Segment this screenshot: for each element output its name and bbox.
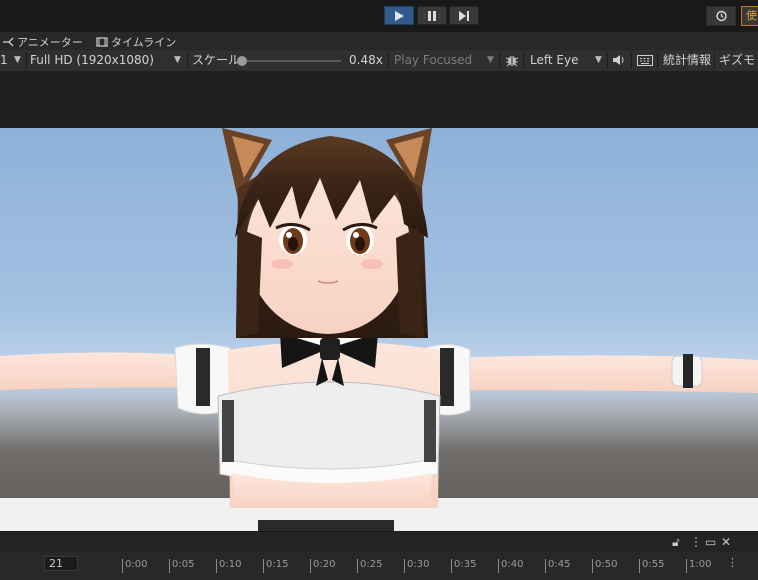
gizmos-button[interactable]: ギズモ [719, 52, 755, 69]
ruler-tick: 0:45 [545, 559, 570, 573]
chevron-down-icon: ▼ [14, 55, 21, 65]
divider [657, 53, 658, 68]
play-icon [395, 10, 404, 21]
divider [607, 53, 608, 68]
ruler-tick: 0:00 [122, 559, 147, 573]
bug-icon [505, 56, 519, 67]
ruler-tick: 0:25 [357, 559, 382, 573]
ruler-tick: 0:10 [216, 559, 241, 573]
animator-icon [3, 37, 14, 47]
timeline-icon [96, 37, 108, 47]
divider [26, 53, 27, 68]
time-ruler[interactable]: 0:00 0:05 0:10 0:15 0:20 0:25 0:30 0:35 0:40 0:45… [118, 554, 730, 580]
chevron-down-icon: ▼ [487, 55, 494, 65]
divider [631, 53, 632, 68]
divider [523, 53, 524, 68]
mute-audio-button[interactable] [612, 54, 626, 69]
play-button[interactable] [384, 6, 414, 25]
ruler-tick: 1:00 [686, 559, 711, 573]
step-button[interactable] [449, 6, 479, 25]
resolution-dropdown[interactable]: Full HD (1920x1080) [30, 52, 154, 69]
ruler-tick: 0:35 [451, 559, 476, 573]
keyboard-icon [637, 55, 653, 66]
pause-icon [428, 10, 436, 21]
step-icon [459, 10, 469, 21]
maximize-icon[interactable]: ▭ [705, 535, 716, 549]
pause-button[interactable] [417, 6, 447, 25]
game-view-toolbar: 1 ▼ Full HD (1920x1080) ▼ スケール 0.48x Pla… [0, 50, 758, 72]
tab-animator[interactable]: アニメーター [2, 34, 83, 50]
lock-icon[interactable]: 🔓︎ [672, 535, 680, 550]
divider [714, 53, 715, 68]
scale-slider-thumb[interactable] [237, 56, 247, 66]
chevron-down-icon: ▼ [595, 55, 602, 65]
tab-animator-label: アニメーター [17, 36, 83, 49]
play-mode-dropdown[interactable]: Play Focused [394, 52, 472, 69]
tab-timeline[interactable]: タイムライン [96, 34, 176, 50]
ruler-tick: 0:50 [592, 559, 617, 573]
ruler-options-icon[interactable]: ⋮ [727, 556, 738, 570]
timeline-panel: 🔓︎ ⋮ ▭ ✕ 21 0:00 0:05 0:10 0:15 0:20 0:25 0:30… [0, 531, 758, 580]
ruler-tick: 0:15 [263, 559, 288, 573]
scale-label: スケール [192, 53, 241, 67]
ruler-tick: 0:30 [404, 559, 429, 573]
ruler-tick: 0:40 [498, 559, 523, 573]
shortcuts-button[interactable] [637, 54, 653, 69]
debug-button[interactable] [505, 53, 519, 70]
frame-input[interactable]: 21 [44, 556, 78, 571]
game-viewport[interactable] [0, 128, 758, 533]
chevron-down-icon: ▼ [174, 55, 181, 65]
divider [388, 53, 389, 68]
divider [187, 53, 188, 68]
close-icon[interactable]: ✕ [721, 535, 731, 549]
history-icon [716, 10, 727, 22]
history-button[interactable] [706, 6, 736, 26]
ruler-tick: 0:05 [169, 559, 194, 573]
stats-button[interactable]: 統計情報 [663, 52, 711, 69]
ruler-tick: 0:55 [639, 559, 664, 573]
scale-slider-track [241, 60, 341, 62]
tab-row: アニメーター タイムライン [0, 32, 758, 50]
play-toolbar [0, 0, 758, 36]
game-view-letterbox [0, 71, 758, 128]
scale-slider[interactable] [237, 54, 345, 68]
speaker-icon [613, 55, 624, 65]
tab-timeline-label: タイムライン [111, 36, 177, 49]
display-dropdown[interactable]: 1 [0, 52, 8, 69]
more-options-icon[interactable]: ⋮ [690, 535, 702, 549]
divider [499, 53, 500, 68]
character-render [0, 128, 758, 533]
scale-value: 0.48x [349, 53, 383, 67]
eye-dropdown[interactable]: Left Eye [530, 52, 578, 69]
ruler-tick: 0:20 [310, 559, 335, 573]
clipped-button[interactable]: 使 [741, 6, 758, 26]
timeline-panel-header: 🔓︎ ⋮ ▭ ✕ [0, 532, 758, 552]
